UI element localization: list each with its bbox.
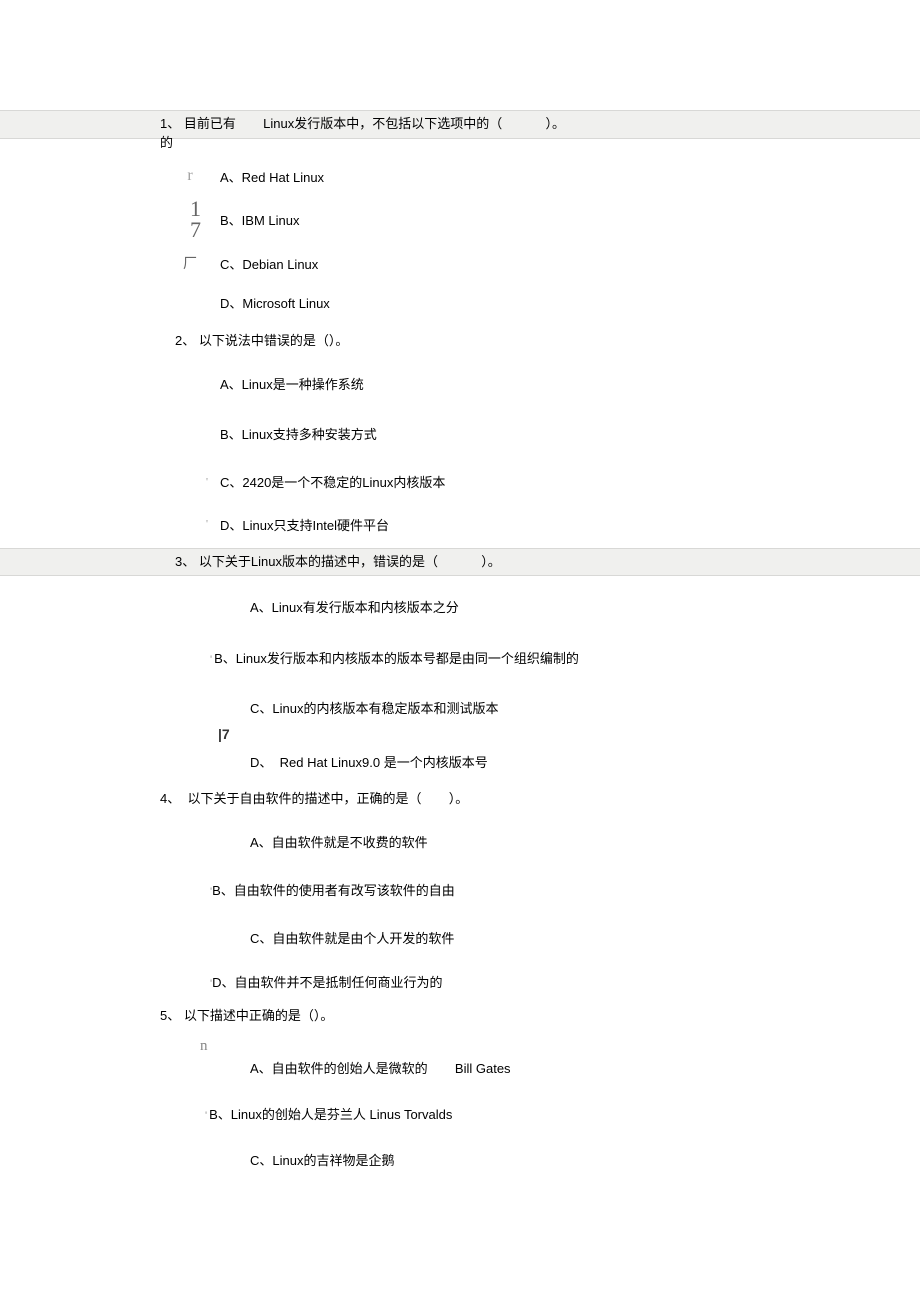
q4-option-a: A、自由软件就是不收费的软件 — [160, 817, 920, 865]
marker-i7-icon: |7 — [218, 726, 230, 742]
q5-option-c: C、Linux的吉祥物是企鹅 — [160, 1138, 920, 1182]
q5-number: 5、 — [160, 1008, 180, 1023]
q1-option-d: D、Microsoft Linux — [160, 283, 920, 322]
tick-icon: ' — [205, 1110, 207, 1122]
option-text: D、Linux只支持Intel硬件平台 — [220, 505, 920, 544]
option-text: A、Red Hat Linux — [220, 157, 920, 196]
option-text-inner: B、Linux发行版本和内核版本的版本号都是由同一个组织编制的 — [214, 651, 579, 666]
q3-prefix: 以下关于Linux版本的描述中，错误的是（ — [199, 554, 438, 569]
option-text: C、Debian Linux — [220, 244, 920, 283]
question-5-header: 5、 以下描述中正确的是（）。 — [0, 1003, 920, 1030]
q4-suffix: ）。 — [449, 791, 469, 806]
option-text: 'B、自由软件的使用者有改写该软件的自由 — [160, 870, 920, 909]
option-text: 'B、Linux发行版本和内核版本的版本号都是由同一个组织编制的 — [160, 638, 920, 677]
option-text: B、Linux支持多种安装方式 — [220, 414, 920, 453]
marker-icon: 厂 — [160, 253, 220, 273]
question-1-header: 1、 目前已有 Linux发行版本中，不包括以下选项中的（ ）。 的 — [0, 110, 920, 139]
marker-n-icon: n — [200, 1038, 208, 1055]
option-text: B、IBM Linux — [220, 200, 920, 239]
option-text: A、自由软件的创始人是微软的 Bill Gates — [160, 1036, 920, 1087]
tick-icon: ' — [206, 476, 208, 488]
q4-options: A、自由软件就是不收费的软件 'B、自由软件的使用者有改写该软件的自由 C、自由… — [0, 817, 920, 1001]
q1-prefix: 目前已有 — [184, 116, 236, 131]
q2-option-c: ' C、2420是一个不稳定的Linux内核版本 — [160, 459, 920, 505]
option-pre: B、Linux的创始人是芬兰人 — [209, 1107, 369, 1122]
q4-option-c: C、自由软件就是由个人开发的软件 — [160, 913, 920, 961]
q2-options: A、Linux是一种操作系统 B、Linux支持多种安装方式 ' C、2420是… — [0, 359, 920, 544]
option-text-inner: D、自由软件并不是抵制任何商业行为的 — [212, 975, 442, 990]
option-text: 'D、自由软件并不是抵制任何商业行为的 — [160, 962, 920, 1001]
marker-17-icon: 1 7 — [190, 199, 201, 241]
q1-options: r A、Red Hat Linux 1 7 B、IBM Linux 厂 C、De… — [0, 157, 920, 322]
option-text-inner: B、自由软件的使用者有改写该软件的自由 — [212, 883, 455, 898]
q2-option-a: A、Linux是一种操作系统 — [160, 359, 920, 409]
option-text: C、2420是一个不稳定的Linux内核版本 — [220, 462, 920, 501]
q5-option-b: 'B、Linux的创始人是芬兰人 Linus Torvalds — [160, 1090, 920, 1138]
option-text: A、自由软件就是不收费的软件 — [160, 822, 920, 861]
option-text: A、Linux是一种操作系统 — [220, 364, 920, 403]
q3-suffix: ）。 — [481, 554, 501, 569]
q1-sub: 的 — [160, 133, 173, 154]
option-pre: D、 — [250, 755, 272, 770]
marker-icon: r — [160, 167, 220, 185]
q3-option-c: C、Linux的内核版本有稳定版本和测试版本 — [160, 682, 920, 732]
q2-number: 2、 — [175, 333, 195, 348]
q2-text: 以下说法中错误的是（）。 — [199, 333, 349, 348]
q4-prefix: 以下关于自由软件的描述中，正确的是（ — [187, 791, 421, 806]
q1-option-c: 厂 C、Debian Linux — [160, 244, 920, 283]
tick-icon: ' — [206, 518, 208, 530]
q1-suffix: ）。 — [545, 116, 565, 131]
question-3-header: 3、 以下关于Linux版本的描述中，错误的是（ ）。 — [0, 548, 920, 577]
q5-option-a: n A、自由软件的创始人是微软的 Bill Gates — [160, 1034, 920, 1090]
q2-option-d: ' D、Linux只支持Intel硬件平台 — [160, 505, 920, 544]
tick-icon: ' — [210, 654, 212, 666]
stack-7: 7 — [190, 220, 201, 241]
q5-options: n A、自由软件的创始人是微软的 Bill Gates 'B、Linux的创始人… — [0, 1034, 920, 1182]
option-pre: A、自由软件的创始人是微软的 — [250, 1061, 428, 1076]
q3-option-b: 'B、Linux发行版本和内核版本的版本号都是由同一个组织编制的 — [160, 632, 920, 682]
q3-options: A、Linux有发行版本和内核版本之分 'B、Linux发行版本和内核版本的版本… — [0, 580, 920, 782]
q3-option-d: |7 D、 Red Hat Linux9.0 是一个内核版本号 — [160, 732, 920, 782]
q1-option-b: 1 7 B、IBM Linux — [160, 196, 920, 244]
q2-option-b: B、Linux支持多种安装方式 — [160, 409, 920, 459]
option-text-inner: Linus Torvalds — [369, 1107, 452, 1122]
q1-mid: Linux发行版本中，不包括以下选项中的（ — [263, 116, 502, 131]
q4-option-d: 'D、自由软件并不是抵制任何商业行为的 — [160, 961, 920, 1001]
option-text: D、Microsoft Linux — [220, 283, 920, 322]
option-text: 'B、Linux的创始人是芬兰人 Linus Torvalds — [160, 1094, 920, 1133]
question-2-header: 2、 以下说法中错误的是（）。 — [0, 328, 920, 355]
option-text: C、Linux的内核版本有稳定版本和测试版本 — [160, 688, 920, 727]
option-text: D、 Red Hat Linux9.0 是一个内核版本号 — [160, 734, 920, 781]
option-text: C、自由软件就是由个人开发的软件 — [160, 918, 920, 957]
q4-option-b: 'B、自由软件的使用者有改写该软件的自由 — [160, 865, 920, 913]
option-text: C、Linux的吉祥物是企鹅 — [160, 1140, 920, 1179]
q4-number: 4、 — [160, 791, 180, 806]
q3-option-a: A、Linux有发行版本和内核版本之分 — [160, 580, 920, 632]
option-text-inner: Red Hat Linux9.0 是一个内核版本号 — [280, 755, 488, 770]
question-4-header: 4、 以下关于自由软件的描述中，正确的是（ ）。 — [0, 786, 920, 813]
q3-number: 3、 — [175, 554, 195, 569]
q1-option-a: r A、Red Hat Linux — [160, 157, 920, 196]
option-text: A、Linux有发行版本和内核版本之分 — [160, 587, 920, 626]
q5-text: 以下描述中正确的是（）。 — [184, 1008, 334, 1023]
option-text-inner: Bill Gates — [455, 1061, 511, 1076]
q1-number: 1、 — [160, 116, 180, 131]
